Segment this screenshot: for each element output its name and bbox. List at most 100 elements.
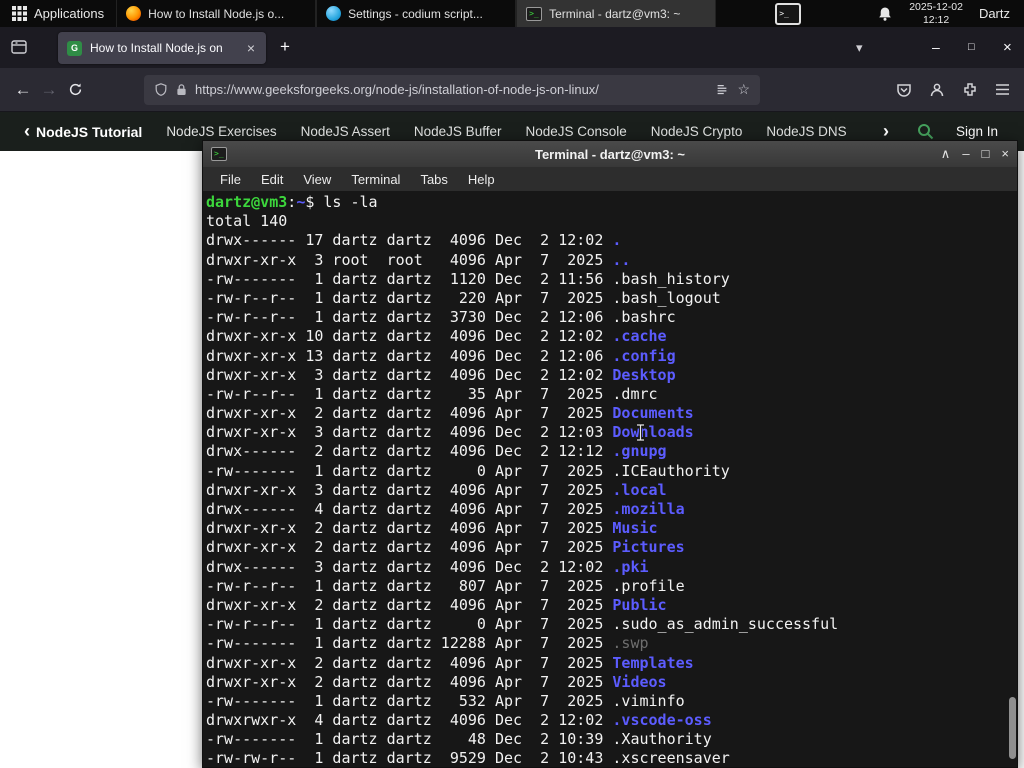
nav-item-nodejs-exercises[interactable]: NodeJS Exercises [166, 124, 276, 139]
text-cursor-pointer [637, 423, 644, 442]
list-all-tabs-icon[interactable]: ▾ [856, 40, 863, 56]
terminal-line: -rw------- 1 dartz dartz 1120 Dec 2 11:5… [206, 269, 730, 288]
terminal-line: drwxr-xr-x 3 dartz dartz 4096 Dec 2 12:0… [206, 423, 694, 442]
nav-item-nodejs-console[interactable]: NodeJS Console [525, 124, 626, 139]
terminal-minimize-button[interactable]: – [962, 145, 969, 163]
window-maximize-button[interactable]: □ [968, 41, 975, 53]
terminal-maximize-button[interactable]: □ [982, 145, 990, 163]
codium-icon [326, 6, 342, 21]
terminal-window-icon: >_ [211, 147, 227, 161]
terminal-line: -rw-r--r-- 1 dartz dartz 807 Apr 7 2025 … [206, 576, 685, 595]
reload-button[interactable] [62, 82, 88, 97]
window-button-title: How to Install Node.js o... [148, 6, 285, 21]
terminal-line: drwxr-xr-x 2 dartz dartz 4096 Apr 7 2025… [206, 404, 694, 423]
site-nav-items: NodeJS Tutorial NodeJS Exercises NodeJS … [36, 124, 871, 140]
extensions-icon[interactable] [962, 82, 978, 98]
terminal-line: -rw------- 1 dartz dartz 12288 Apr 7 202… [206, 634, 649, 653]
site-nav-right: › Sign In [877, 121, 998, 142]
terminal-line: drwxr-xr-x 2 dartz dartz 4096 Apr 7 2025… [206, 595, 667, 614]
nav-item-nodejs-tutorial[interactable]: NodeJS Tutorial [36, 124, 142, 140]
terminal-line: drwx------ 17 dartz dartz 4096 Dec 2 12:… [206, 231, 622, 250]
menu-hamburger-icon[interactable] [995, 83, 1010, 96]
terminal-close-button[interactable]: × [1001, 145, 1009, 163]
terminal-line: drwx------ 2 dartz dartz 4096 Dec 2 12:1… [206, 442, 667, 461]
bookmark-star-icon[interactable]: ☆ [737, 81, 750, 98]
terminal-title-bar[interactable]: >_ Terminal - dartz@vm3: ~ ∧ – □ × [203, 141, 1017, 167]
terminal-scrollbar-thumb[interactable] [1009, 697, 1016, 759]
terminal-line: drwxr-xr-x 3 dartz dartz 4096 Apr 7 2025… [206, 480, 667, 499]
notification-bell-icon[interactable] [877, 6, 893, 22]
menu-terminal[interactable]: Terminal [342, 170, 409, 189]
terminal-line: -rw-r--r-- 1 dartz dartz 220 Apr 7 2025 … [206, 288, 721, 307]
terminal-line: dartz@vm3:~$ ls -la [206, 193, 378, 211]
nav-item-nodejs-buffer[interactable]: NodeJS Buffer [414, 124, 502, 139]
nav-scroll-left-icon[interactable]: ‹ [18, 121, 36, 142]
terminal-line: -rw-rw-r-- 1 dartz dartz 9529 Dec 2 10:4… [206, 749, 730, 767]
window-button-title: Settings - codium script... [348, 6, 483, 21]
terminal-menu-bar: File Edit View Terminal Tabs Help [203, 167, 1017, 191]
terminal-output-area[interactable]: dartz@vm3:~$ ls -la total 140 drwx------ 1… [203, 191, 1017, 767]
url-text[interactable]: https://www.geeksforgeeks.org/node-js/in… [195, 82, 707, 97]
desktop-panel: Applications How to Install Node.js o...… [0, 0, 1024, 27]
url-bar[interactable]: https://www.geeksforgeeks.org/node-js/in… [144, 74, 760, 105]
applications-grid-icon [12, 6, 27, 21]
menu-file[interactable]: File [211, 170, 250, 189]
forward-button[interactable]: → [36, 80, 62, 100]
window-close-button[interactable]: × [1003, 39, 1012, 56]
applications-menu-button[interactable]: Applications [0, 0, 116, 27]
reader-mode-icon[interactable] [715, 83, 729, 97]
terminal-line: -rw-r--r-- 1 dartz dartz 35 Apr 7 2025 .… [206, 384, 658, 403]
terminal-line: -rw------- 1 dartz dartz 0 Apr 7 2025 .I… [206, 461, 730, 480]
terminal-line: total 140 [206, 212, 288, 231]
firefox-view-icon[interactable] [10, 38, 28, 61]
sign-in-button[interactable]: Sign In [956, 124, 998, 139]
window-button-codium[interactable]: Settings - codium script... [316, 0, 517, 27]
menu-view[interactable]: View [294, 170, 340, 189]
nav-scroll-right-icon[interactable]: › [877, 121, 895, 142]
applications-label: Applications [34, 6, 105, 21]
tracking-shield-icon[interactable] [154, 82, 168, 97]
search-icon[interactable] [917, 123, 934, 140]
panel-clock[interactable]: 2025-12-02 12:12 [909, 1, 963, 26]
terminal-line: -rw-r--r-- 1 dartz dartz 0 Apr 7 2025 .s… [206, 615, 839, 634]
terminal-line: drwxr-xr-x 2 dartz dartz 4096 Apr 7 2025… [206, 538, 685, 557]
terminal-line: drwxrwxr-x 4 dartz dartz 4096 Dec 2 12:0… [206, 711, 712, 730]
terminal-window-controls: ∧ – □ × [941, 145, 1009, 163]
nav-item-nodejs-dns[interactable]: NodeJS DNS [766, 124, 846, 139]
new-tab-button[interactable]: + [280, 38, 290, 55]
browser-tab-bar: G How to Install Node.js on × + ▾ – □ × [0, 27, 1024, 68]
window-minimize-button[interactable]: – [932, 39, 940, 55]
window-button-firefox[interactable]: How to Install Node.js o... [116, 0, 317, 27]
window-button-list: How to Install Node.js o... Settings - c… [116, 0, 717, 27]
terminal-icon: >_ [526, 6, 543, 21]
browser-toolbar: ← → https://www.geeksforgeeks.org/node-j… [0, 68, 1024, 112]
menu-help[interactable]: Help [459, 170, 504, 189]
terminal-shade-button[interactable]: ∧ [941, 145, 951, 163]
window-button-terminal[interactable]: >_ Terminal - dartz@vm3: ~ [516, 0, 717, 27]
terminal-line: drwxr-xr-x 3 root root 4096 Apr 7 2025 .… [206, 250, 631, 269]
nav-item-nodejs-crypto[interactable]: NodeJS Crypto [651, 124, 743, 139]
panel-right-section: >_ 2025-12-02 12:12 Dartz [775, 0, 1024, 27]
clock-time: 12:12 [922, 13, 950, 26]
pocket-icon[interactable] [896, 82, 912, 98]
nav-item-nodejs-assert[interactable]: NodeJS Assert [301, 124, 390, 139]
account-icon[interactable] [929, 82, 945, 98]
tab-close-icon[interactable]: × [245, 40, 257, 56]
browser-tab-active[interactable]: G How to Install Node.js on × [58, 32, 266, 64]
menu-edit[interactable]: Edit [252, 170, 292, 189]
lock-icon[interactable] [176, 83, 187, 96]
toolbar-right-icons [896, 82, 1014, 98]
tray-terminal-icon[interactable]: >_ [775, 2, 802, 25]
terminal-line: -rw------- 1 dartz dartz 48 Dec 2 10:39 … [206, 730, 712, 749]
tab-favicon: G [67, 40, 82, 56]
menu-tabs[interactable]: Tabs [411, 170, 456, 189]
window-button-title: Terminal - dartz@vm3: ~ [549, 6, 681, 21]
tab-title: How to Install Node.js on [90, 41, 223, 55]
user-menu[interactable]: Dartz [979, 6, 1014, 21]
terminal-window: >_ Terminal - dartz@vm3: ~ ∧ – □ × File … [202, 140, 1018, 768]
terminal-line: drwxr-xr-x 13 dartz dartz 4096 Dec 2 12:… [206, 346, 676, 365]
terminal-scrollbar[interactable] [1007, 191, 1017, 767]
terminal-line: drwxr-xr-x 3 dartz dartz 4096 Dec 2 12:0… [206, 365, 676, 384]
clock-date: 2025-12-02 [909, 0, 963, 13]
back-button[interactable]: ← [10, 80, 36, 100]
